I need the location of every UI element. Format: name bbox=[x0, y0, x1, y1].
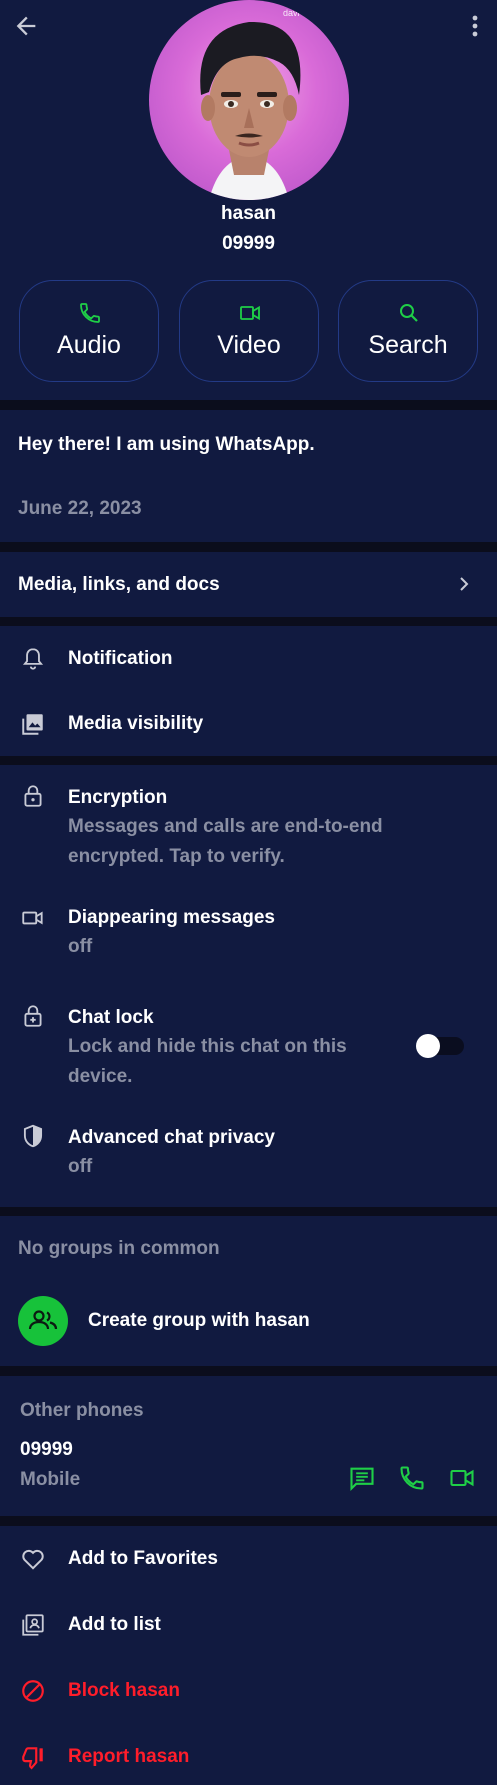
chat-lock-row[interactable]: Chat lock Lock and hide this chat on thi… bbox=[0, 983, 497, 1101]
notification-label: Notification bbox=[68, 648, 173, 669]
audio-label: Audio bbox=[57, 331, 121, 359]
back-arrow-icon[interactable] bbox=[12, 12, 40, 40]
media-label: Media, links, and docs bbox=[18, 574, 220, 595]
add-to-favorites-row[interactable]: Add to Favorites bbox=[0, 1526, 497, 1592]
disappearing-timer-icon bbox=[20, 905, 46, 931]
contact-list-icon bbox=[20, 1612, 46, 1638]
avatar-watermark: davi bbox=[283, 8, 300, 18]
other-phones-section: Other phones 09999 Mobile bbox=[0, 1376, 497, 1516]
block-label: Block hasan bbox=[68, 1680, 180, 1701]
phone-icon bbox=[78, 301, 102, 325]
other-phone-number: 09999 bbox=[20, 1439, 73, 1460]
encryption-subtitle-line2: encrypted. Tap to verify. bbox=[68, 846, 285, 867]
chevron-right-icon bbox=[452, 572, 476, 596]
contact-actions-section: Add to Favorites Add to list Block hasan… bbox=[0, 1526, 497, 1785]
groups-section: No groups in common Create group with ha… bbox=[0, 1216, 497, 1366]
about-section[interactable]: Hey there! I am using WhatsApp. June 22,… bbox=[0, 410, 497, 542]
more-options-icon[interactable] bbox=[467, 12, 483, 40]
call-icon[interactable] bbox=[398, 1464, 426, 1492]
about-date: June 22, 2023 bbox=[18, 498, 142, 519]
groups-heading: No groups in common bbox=[18, 1238, 220, 1259]
chat-lock-subtitle-line1: Lock and hide this chat on this bbox=[68, 1036, 347, 1057]
video-label: Video bbox=[217, 331, 281, 359]
chat-lock-toggle[interactable] bbox=[416, 1033, 466, 1059]
add-to-list-label: Add to list bbox=[68, 1614, 161, 1635]
media-visibility-row[interactable]: Media visibility bbox=[0, 691, 497, 756]
encryption-title: Encryption bbox=[68, 787, 168, 808]
lock-icon bbox=[20, 783, 46, 809]
report-label: Report hasan bbox=[68, 1746, 190, 1767]
notification-settings-section: Notification Media visibility bbox=[0, 626, 497, 756]
report-contact-row[interactable]: Report hasan bbox=[0, 1724, 497, 1785]
chat-lock-subtitle-line2: device. bbox=[68, 1066, 133, 1087]
heart-icon bbox=[20, 1546, 46, 1572]
encryption-subtitle-line1: Messages and calls are end-to-end bbox=[68, 816, 383, 837]
create-group-label: Create group with hasan bbox=[88, 1310, 310, 1331]
group-icon bbox=[28, 1310, 58, 1330]
other-phone-type: Mobile bbox=[20, 1469, 81, 1490]
toggle-knob bbox=[416, 1034, 440, 1058]
add-to-favorites-label: Add to Favorites bbox=[68, 1548, 218, 1569]
bell-icon bbox=[20, 646, 46, 672]
disappearing-title: Diappearing messages bbox=[68, 907, 275, 928]
chat-lock-title: Chat lock bbox=[68, 1007, 154, 1028]
video-call-icon[interactable] bbox=[448, 1464, 476, 1492]
notification-row[interactable]: Notification bbox=[0, 626, 497, 691]
contact-phone: 09999 bbox=[222, 233, 275, 254]
other-phones-heading: Other phones bbox=[20, 1400, 144, 1421]
thumbs-down-icon bbox=[20, 1744, 46, 1770]
about-status: Hey there! I am using WhatsApp. bbox=[18, 434, 315, 455]
disappearing-messages-row[interactable]: Diappearing messages off bbox=[0, 883, 497, 983]
media-links-docs-row[interactable]: Media, links, and docs bbox=[0, 552, 497, 617]
block-icon bbox=[20, 1678, 46, 1704]
advanced-chat-privacy-row[interactable]: Advanced chat privacy off bbox=[0, 1101, 497, 1207]
media-visibility-label: Media visibility bbox=[68, 713, 204, 734]
disappearing-value: off bbox=[68, 936, 93, 957]
shield-icon bbox=[20, 1123, 46, 1149]
profile-header: davi hasan 09999 Audio Video Search bbox=[0, 0, 497, 400]
create-group-row[interactable]: Create group with hasan bbox=[0, 1276, 497, 1360]
video-call-button[interactable]: Video bbox=[179, 280, 319, 382]
chat-lock-icon bbox=[20, 1003, 46, 1029]
block-contact-row[interactable]: Block hasan bbox=[0, 1658, 497, 1724]
advanced-privacy-value: off bbox=[68, 1156, 93, 1177]
encryption-row[interactable]: Encryption Messages and calls are end-to… bbox=[0, 765, 497, 883]
image-gallery-icon bbox=[20, 711, 46, 737]
create-group-avatar bbox=[18, 1296, 68, 1346]
video-icon bbox=[238, 301, 262, 325]
audio-call-button[interactable]: Audio bbox=[19, 280, 159, 382]
add-to-list-row[interactable]: Add to list bbox=[0, 1592, 497, 1658]
search-icon bbox=[397, 301, 421, 325]
privacy-section: Encryption Messages and calls are end-to… bbox=[0, 765, 497, 1207]
message-icon[interactable] bbox=[348, 1464, 376, 1492]
search-label: Search bbox=[368, 331, 448, 359]
search-button[interactable]: Search bbox=[338, 280, 478, 382]
contact-name: hasan bbox=[221, 203, 276, 224]
advanced-privacy-title: Advanced chat privacy bbox=[68, 1127, 275, 1148]
avatar-portrait-icon bbox=[200, 21, 301, 200]
avatar[interactable]: davi bbox=[149, 0, 349, 200]
